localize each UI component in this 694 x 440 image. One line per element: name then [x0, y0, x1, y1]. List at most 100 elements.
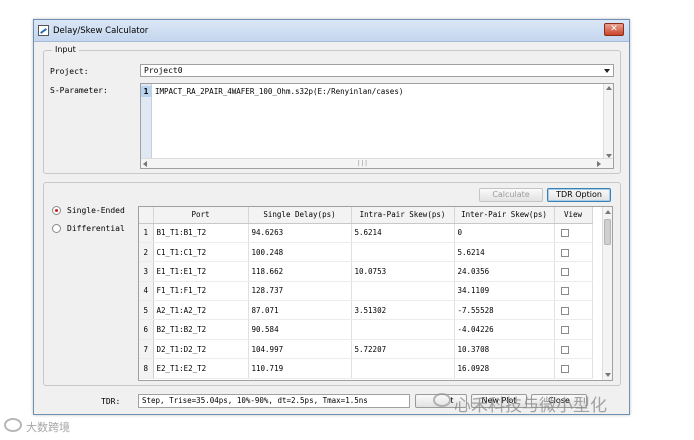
port-cell[interactable]: B1_T1:B1_T2: [153, 223, 249, 243]
project-value: Project0: [144, 66, 183, 75]
single-delay-cell[interactable]: 94.6263: [248, 223, 352, 243]
inter-pair-skew-cell[interactable]: 24.0356: [454, 261, 555, 282]
scroll-right-icon[interactable]: [597, 161, 601, 167]
intra-pair-skew-cell[interactable]: 5.6214: [351, 223, 455, 243]
scroll-up-icon[interactable]: [605, 210, 611, 214]
port-cell[interactable]: A2_T1:A2_T2: [153, 300, 249, 321]
scroll-down-icon[interactable]: [605, 373, 611, 377]
port-cell[interactable]: C1_T1:C1_T2: [153, 242, 249, 263]
inter-pair-skew-cell[interactable]: 16.0928: [454, 358, 555, 379]
line-number-gutter: 1: [141, 84, 152, 168]
view-checkbox[interactable]: [560, 267, 569, 276]
view-cell: [554, 300, 593, 321]
view-checkbox[interactable]: [560, 364, 569, 373]
input-group-legend: Input: [52, 45, 79, 54]
view-checkbox[interactable]: [560, 306, 569, 315]
tdr-settings-field[interactable]: Step, Trise=35.04ps, 10%-90%, dt=2.5ps, …: [138, 394, 410, 408]
intra-pair-skew-cell[interactable]: [351, 358, 455, 379]
vertical-scrollbar[interactable]: [603, 84, 613, 160]
view-cell: [554, 358, 593, 379]
inter-pair-skew-cell[interactable]: 34.1109: [454, 281, 555, 302]
row-number: 7: [139, 339, 154, 360]
table-row[interactable]: 4 F1_T1:F1_T2 128.737 34.1109: [139, 281, 593, 302]
horizontal-scrollbar[interactable]: |||: [141, 158, 613, 168]
table-row[interactable]: 1 B1_T1:B1_T2 94.6263 5.6214 0: [139, 223, 593, 243]
row-number: 8: [139, 358, 154, 379]
tdr-settings-value: Step, Trise=35.04ps, 10%-90%, dt=2.5ps, …: [142, 396, 368, 405]
table-vertical-scrollbar[interactable]: [602, 207, 612, 380]
single-delay-cell[interactable]: 110.719: [248, 358, 352, 379]
single-delay-cell[interactable]: 128.737: [248, 281, 352, 302]
inter-pair-skew-cell[interactable]: 10.3708: [454, 339, 555, 360]
table-row[interactable]: 7 D2_T1:D2_T2 104.997 5.72207 10.3708: [139, 339, 593, 360]
intra-pair-skew-cell[interactable]: 3.51302: [351, 300, 455, 321]
table-row[interactable]: 3 E1_T1:E1_T2 118.662 10.0753 24.0356: [139, 261, 593, 282]
row-number: 3: [139, 261, 154, 282]
row-number: 5: [139, 300, 154, 321]
port-cell[interactable]: E2_T1:E2_T2: [153, 358, 249, 379]
view-checkbox[interactable]: [560, 326, 569, 335]
table-row[interactable]: 6 B2_T1:B2_T2 90.584 -4.04226: [139, 319, 593, 340]
scroll-up-icon[interactable]: [606, 86, 612, 90]
single-delay-cell[interactable]: 87.071: [248, 300, 352, 321]
differential-option[interactable]: Differential: [52, 224, 125, 233]
port-cell[interactable]: E1_T1:E1_T2: [153, 261, 249, 282]
inter-pair-skew-cell[interactable]: -4.04226: [454, 319, 555, 340]
inter-pair-skew-cell[interactable]: 5.6214: [454, 242, 555, 263]
single-delay-cell[interactable]: 118.662: [248, 261, 352, 282]
single-ended-option[interactable]: Single-Ended: [52, 206, 125, 215]
app-icon: [38, 25, 49, 36]
view-cell: [554, 242, 593, 263]
view-checkbox[interactable]: [560, 229, 569, 238]
table-row[interactable]: 5 A2_T1:A2_T2 87.071 3.51302 -7.55528: [139, 300, 593, 321]
results-table: Port Single Delay(ps) Intra-Pair Skew(ps…: [138, 206, 613, 381]
intra-pair-skew-cell[interactable]: 10.0753: [351, 261, 455, 282]
port-cell[interactable]: D2_T1:D2_T2: [153, 339, 249, 360]
tdr-label: TDR:: [101, 397, 121, 406]
table-body: 1 B1_T1:B1_T2 94.6263 5.6214 0 2 C1_T1:C1_T2 10…: [139, 223, 593, 379]
single-ended-radio[interactable]: [52, 206, 61, 215]
intra-pair-skew-cell[interactable]: [351, 242, 455, 263]
view-checkbox[interactable]: [560, 287, 569, 296]
single-delay-cell[interactable]: 100.248: [248, 242, 352, 263]
chevron-down-icon[interactable]: [604, 69, 610, 73]
port-cell[interactable]: F1_T1:F1_T2: [153, 281, 249, 302]
port-cell[interactable]: B2_T1:B2_T2: [153, 319, 249, 340]
scroll-grip-icon[interactable]: |||: [357, 160, 368, 167]
column-header[interactable]: Inter-Pair Skew(ps): [454, 207, 555, 224]
project-dropdown[interactable]: Project0: [140, 64, 614, 77]
sparameter-file-list[interactable]: 1 IMPACT_RA_2PAIR_4WAFER_100_Ohm.s32p(E:…: [140, 83, 614, 169]
line-number: 1: [141, 86, 151, 97]
tdr-option-button[interactable]: TDR Option: [547, 188, 611, 202]
watermark-right: 心禾科技与微小型化: [454, 396, 607, 416]
single-delay-cell[interactable]: 104.997: [248, 339, 352, 360]
row-number: 1: [139, 223, 154, 243]
column-header[interactable]: Port: [153, 207, 249, 224]
input-group: Input Project: Project0 S-Parameter: 1 I…: [43, 45, 621, 174]
row-number: 2: [139, 242, 154, 263]
single-delay-cell[interactable]: 90.584: [248, 319, 352, 340]
wechat-logo-icon: [433, 393, 451, 407]
inter-pair-skew-cell[interactable]: 0: [454, 223, 555, 243]
row-number: 4: [139, 281, 154, 302]
intra-pair-skew-cell[interactable]: [351, 281, 455, 302]
column-header[interactable]: Intra-Pair Skew(ps): [351, 207, 455, 224]
inter-pair-skew-cell[interactable]: -7.55528: [454, 300, 555, 321]
table-row[interactable]: 8 E2_T1:E2_T2 110.719 16.0928: [139, 358, 593, 379]
table-row[interactable]: 2 C1_T1:C1_T2 100.248 5.6214: [139, 242, 593, 263]
view-checkbox[interactable]: [560, 345, 569, 354]
intra-pair-skew-cell[interactable]: [351, 319, 455, 340]
column-header[interactable]: View: [554, 207, 593, 224]
differential-radio[interactable]: [52, 224, 61, 233]
view-cell: [554, 339, 593, 360]
results-grid: Port Single Delay(ps) Intra-Pair Skew(ps…: [139, 207, 593, 379]
scroll-left-icon[interactable]: [143, 161, 147, 167]
intra-pair-skew-cell[interactable]: 5.72207: [351, 339, 455, 360]
view-cell: [554, 261, 593, 282]
column-header[interactable]: Single Delay(ps): [248, 207, 352, 224]
close-window-button[interactable]: ✕: [604, 23, 624, 36]
sparameter-file-entry[interactable]: IMPACT_RA_2PAIR_4WAFER_100_Ohm.s32p(E:/R…: [155, 87, 403, 96]
view-checkbox[interactable]: [560, 248, 569, 257]
calculate-button[interactable]: Calculate: [479, 188, 543, 202]
scroll-thumb[interactable]: [604, 219, 611, 245]
